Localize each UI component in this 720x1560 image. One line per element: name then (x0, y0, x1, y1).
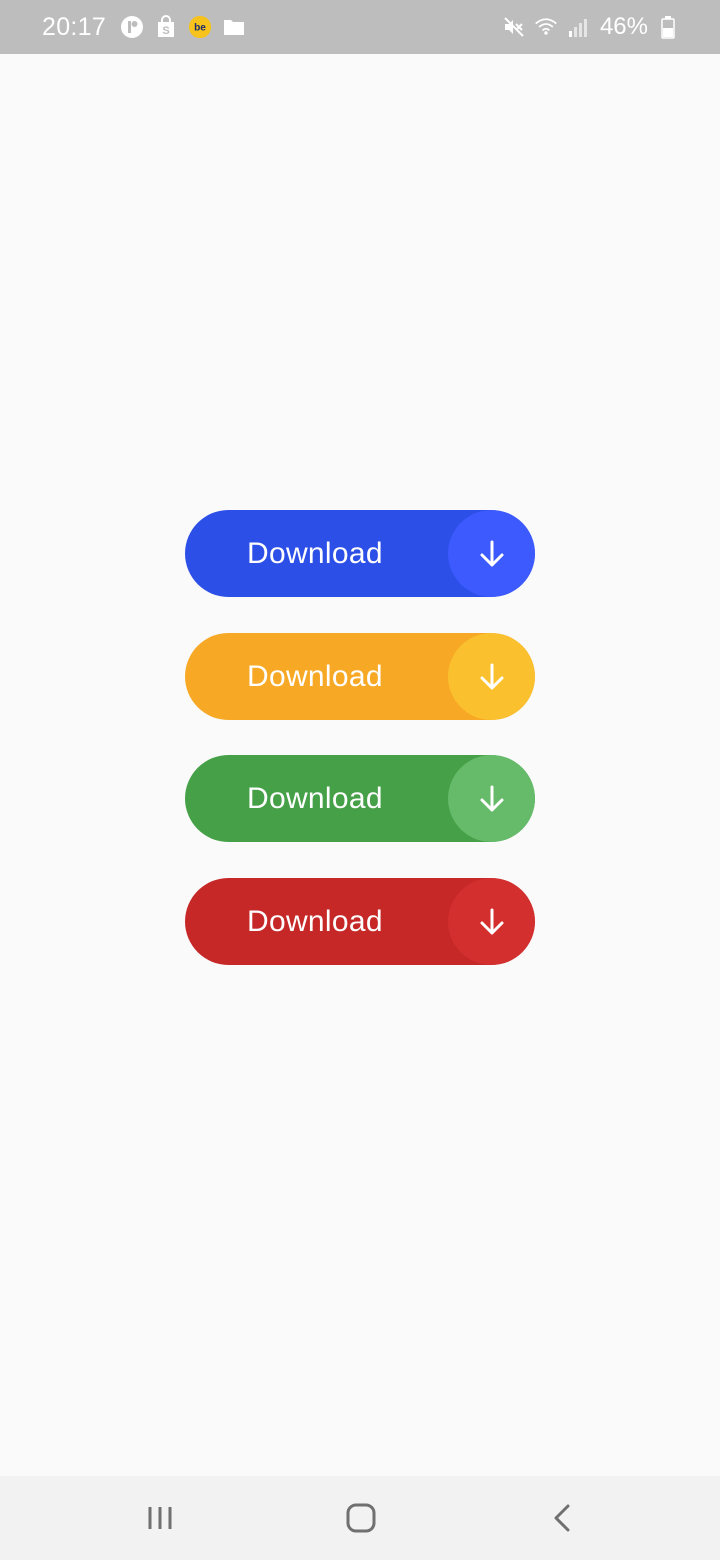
navigation-bar (0, 1476, 720, 1560)
arrow-down-icon (480, 908, 503, 934)
arrow-down-icon (480, 663, 503, 689)
download-button-label: Download (247, 660, 383, 693)
back-button[interactable] (533, 1493, 593, 1543)
download-button-circle[interactable] (448, 755, 535, 842)
download-button-circle[interactable] (448, 878, 535, 965)
status-right: 46% (502, 0, 680, 54)
download-button-orange[interactable]: Download (185, 633, 535, 720)
download-button-green[interactable]: Download (185, 755, 535, 842)
recent-apps-button[interactable] (130, 1493, 190, 1543)
arrow-down-icon (480, 540, 503, 566)
status-time: 20:17 (42, 12, 107, 41)
back-icon (554, 1504, 570, 1532)
mute-icon (502, 15, 526, 39)
home-button[interactable] (331, 1493, 391, 1543)
status-bar: 20:17 S be 46% (0, 0, 720, 54)
podcast-icon (120, 15, 144, 39)
download-button-circle[interactable] (448, 510, 535, 597)
folder-icon (222, 15, 246, 39)
arrow-down-icon (480, 785, 503, 811)
signal-icon (566, 15, 590, 39)
download-button-circle[interactable] (448, 633, 535, 720)
recent-apps-icon (148, 1507, 172, 1529)
be-app-icon: be (188, 15, 212, 39)
svg-text:be: be (194, 23, 206, 34)
shopping-bag-icon: S (154, 15, 178, 39)
home-icon (346, 1503, 376, 1533)
download-button-red[interactable]: Download (185, 878, 535, 965)
download-button-blue[interactable]: Download (185, 510, 535, 597)
download-button-label: Download (247, 537, 383, 570)
svg-text:S: S (162, 25, 169, 37)
download-button-label: Download (247, 905, 383, 938)
battery-icon (656, 15, 680, 39)
status-left: 20:17 S be (42, 0, 246, 54)
download-button-label: Download (247, 782, 383, 815)
wifi-icon (534, 15, 558, 39)
battery-percent: 46% (599, 13, 648, 40)
